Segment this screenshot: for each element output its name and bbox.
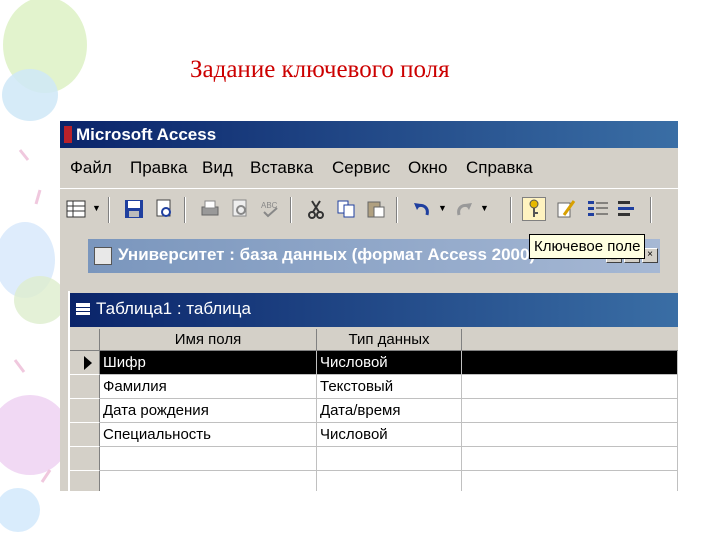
print-preview-icon[interactable] [152, 197, 176, 221]
description-cell[interactable] [462, 471, 678, 491]
toolbar: ▼ ABC ▼ ▼ [60, 188, 678, 230]
field-name-cell[interactable]: Шифр [100, 351, 317, 375]
field-grid: Имя поля Тип данных Шифр Числовой Фамили… [70, 329, 678, 491]
field-name-cell[interactable]: Специальность [100, 423, 317, 447]
redo-icon[interactable] [452, 197, 476, 221]
redo-dropdown-icon[interactable]: ▼ [480, 203, 490, 213]
insert-rows-icon[interactable] [586, 197, 610, 221]
toolbar-separator [650, 197, 652, 223]
menu-view[interactable]: Вид [202, 158, 233, 178]
toolbar-separator [396, 197, 398, 223]
primary-key-tooltip: Ключевое поле [529, 234, 646, 259]
column-header-description[interactable] [462, 329, 678, 351]
field-name-cell[interactable] [100, 447, 317, 471]
column-header-field-name[interactable]: Имя поля [100, 329, 317, 351]
table-icon [75, 302, 91, 316]
menu-insert[interactable]: Вставка [250, 158, 313, 178]
menu-help[interactable]: Справка [466, 158, 533, 178]
table-row[interactable]: Шифр Числовой [70, 351, 678, 375]
print-icon[interactable] [198, 197, 222, 221]
field-name-cell[interactable] [100, 471, 317, 491]
menu-window[interactable]: Окно [408, 158, 448, 178]
toolbar-separator [184, 197, 186, 223]
menu-bar: Файл Правка Вид Вставка Сервис Окно Спра… [60, 150, 678, 184]
cut-icon[interactable] [304, 197, 328, 221]
save-icon[interactable] [122, 197, 146, 221]
table-design-window: Таблица1 : таблица Имя поля Тип данных Ш… [68, 291, 678, 491]
description-cell[interactable] [462, 375, 678, 399]
data-type-cell[interactable] [317, 471, 462, 491]
paste-icon[interactable] [364, 197, 388, 221]
current-row-arrow-icon [84, 356, 92, 370]
menu-tools[interactable]: Сервис [332, 158, 390, 178]
undo-dropdown-icon[interactable]: ▼ [438, 203, 448, 213]
table-row[interactable]: Специальность Числовой [70, 423, 678, 447]
row-selector-header [70, 329, 100, 351]
description-cell[interactable] [462, 447, 678, 471]
column-header-data-type[interactable]: Тип данных [317, 329, 462, 351]
access-app-icon [64, 126, 72, 143]
data-type-cell[interactable]: Числовой [317, 423, 462, 447]
row-selector[interactable] [70, 423, 100, 447]
database-icon [94, 247, 112, 265]
table-window-title: Таблица1 : таблица [96, 299, 251, 318]
access-window: Microsoft Access Файл Правка Вид Вставка… [60, 121, 678, 491]
description-cell[interactable] [462, 423, 678, 447]
toolbar-separator [290, 197, 292, 223]
field-name-cell[interactable]: Дата рождения [100, 399, 317, 423]
spelling-icon[interactable]: ABC [258, 197, 282, 221]
row-selector[interactable] [70, 471, 100, 491]
window-title: Microsoft Access [76, 125, 217, 144]
table-row[interactable] [70, 447, 678, 471]
title-bar: Microsoft Access [60, 121, 678, 148]
table-row[interactable]: Фамилия Текстовый [70, 375, 678, 399]
primary-key-icon[interactable] [522, 197, 546, 221]
slide-title: Задание ключевого поля [190, 56, 450, 83]
delete-rows-icon[interactable] [616, 197, 640, 221]
data-type-cell[interactable]: Дата/время [317, 399, 462, 423]
row-selector[interactable] [70, 351, 100, 375]
row-selector[interactable] [70, 375, 100, 399]
preview-icon[interactable] [228, 197, 252, 221]
description-cell[interactable] [462, 399, 678, 423]
data-type-cell[interactable]: Числовой [317, 351, 462, 375]
view-dropdown-icon[interactable]: ▼ [92, 203, 102, 213]
table-row[interactable]: Дата рождения Дата/время [70, 399, 678, 423]
copy-icon[interactable] [334, 197, 358, 221]
menu-file[interactable]: Файл [70, 158, 112, 178]
toolbar-separator [510, 197, 512, 223]
menu-edit[interactable]: Правка [130, 158, 187, 178]
data-type-cell[interactable] [317, 447, 462, 471]
field-name-cell[interactable]: Фамилия [100, 375, 317, 399]
table-window-titlebar: Таблица1 : таблица [70, 293, 678, 327]
row-selector[interactable] [70, 399, 100, 423]
builder-icon[interactable] [554, 197, 578, 221]
database-window-title: Университет : база данных (формат Access… [118, 245, 536, 264]
row-selector[interactable] [70, 447, 100, 471]
table-row[interactable] [70, 471, 678, 491]
view-icon[interactable] [64, 197, 88, 221]
description-cell[interactable] [462, 351, 678, 375]
toolbar-separator [108, 197, 110, 223]
undo-icon[interactable] [410, 197, 434, 221]
data-type-cell[interactable]: Текстовый [317, 375, 462, 399]
